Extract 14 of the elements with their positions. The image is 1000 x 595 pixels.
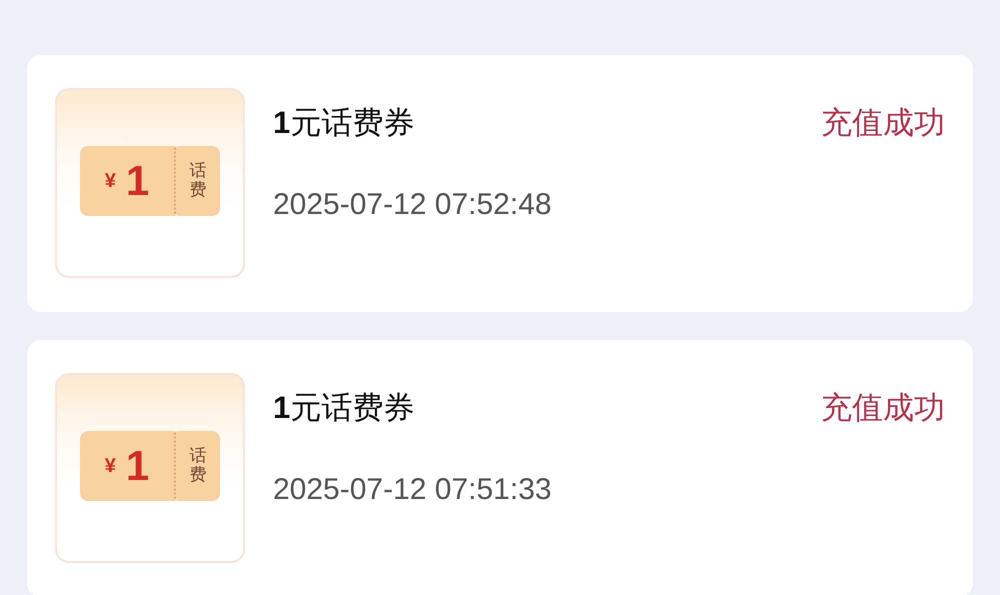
coupon-title: 1元话费券 <box>273 104 416 143</box>
record-card[interactable]: ¥ 1 话费 1元话费券 2025-07-12 07:52:48 充值成功 <box>27 55 973 312</box>
currency-symbol: ¥ <box>104 454 116 478</box>
status-label: 充值成功 <box>821 389 945 428</box>
coupon-amount: 1 <box>126 160 150 202</box>
record-card[interactable]: ¥ 1 话费 1元话费券 2025-07-12 07:51:33 充值成功 <box>27 340 973 595</box>
record-time: 2025-07-12 07:51:33 <box>273 473 553 507</box>
currency-symbol: ¥ <box>104 170 116 192</box>
coupon-amount: 1 <box>126 445 150 487</box>
record-time: 2025-07-12 07:52:48 <box>273 188 553 222</box>
coupon-tag: 话费 <box>190 447 206 485</box>
coupon-title: 1元话费券 <box>273 389 416 428</box>
status-label: 充值成功 <box>821 104 945 143</box>
coupon-tag: 话费 <box>190 162 206 200</box>
